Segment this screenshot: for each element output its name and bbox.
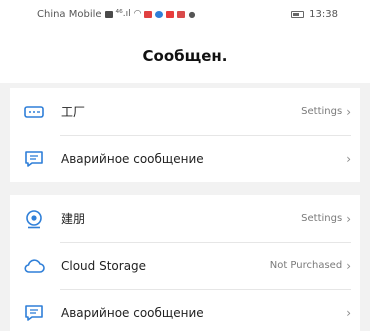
chevron-right-icon: ›	[346, 104, 351, 119]
signal-icon: ⁴⁶.ıl	[115, 9, 131, 19]
sim-icon	[104, 10, 113, 18]
cloud-storage-label: Cloud Storage	[61, 258, 147, 273]
nvr-device-icon	[23, 101, 45, 123]
chevron-right-icon: ›	[346, 258, 351, 273]
message-notification-icon	[177, 10, 186, 18]
chevron-right-icon: ›	[346, 211, 351, 226]
row-chevron: ›	[346, 306, 351, 320]
app-badge-icon	[166, 10, 175, 18]
device-name: 工厂	[61, 105, 86, 119]
app-notification-icon	[155, 10, 164, 18]
alarm-message-label: Аварийное сообщение	[61, 305, 204, 320]
settings-label: Settings	[301, 106, 343, 117]
settings-link[interactable]: Settings ›	[301, 212, 351, 226]
device-row-camera[interactable]: 建朋 Settings ›	[10, 195, 360, 242]
chevron-right-icon: ›	[346, 151, 351, 166]
status-right: 13:38	[291, 9, 338, 20]
camera-icon	[23, 208, 45, 230]
battery-icon	[291, 10, 305, 18]
cloud-status: Not Purchased	[269, 260, 343, 271]
message-icon	[23, 302, 45, 324]
page-title: Сообщен.	[142, 46, 228, 65]
notification-icon	[144, 10, 153, 18]
cloud-status-link[interactable]: Not Purchased ›	[270, 259, 351, 273]
device-row-factory[interactable]: 工厂 Settings ›	[10, 88, 360, 135]
clock: 13:38	[309, 8, 338, 20]
alarm-message-label: Аварийное сообщение	[61, 151, 204, 166]
settings-label: Settings	[301, 213, 343, 224]
alarm-message-row[interactable]: Аварийное сообщение ›	[10, 289, 360, 331]
page-header: Сообщен.	[0, 28, 370, 83]
settings-link[interactable]: Settings ›	[301, 105, 351, 119]
device-group-1: 工厂 Settings › Аварийное сообщение ›	[10, 88, 360, 182]
device-name: 建朋	[61, 212, 86, 226]
alarm-message-row[interactable]: Аварийное сообщение ›	[10, 135, 360, 182]
cloud-storage-row[interactable]: Cloud Storage Not Purchased ›	[10, 242, 360, 289]
carrier-name: China Mobile	[37, 8, 102, 20]
status-left: China Mobile ⁴⁶.ıl ◠ ●	[37, 9, 195, 20]
row-chevron: ›	[346, 152, 351, 166]
cloud-icon	[23, 255, 45, 277]
status-bar: China Mobile ⁴⁶.ıl ◠ ● 13:38	[0, 0, 370, 28]
chat-icon: ●	[188, 9, 196, 19]
chevron-right-icon: ›	[346, 305, 351, 320]
message-icon	[23, 148, 45, 170]
wifi-icon: ◠	[133, 9, 142, 19]
device-group-2: 建朋 Settings › Cloud Storage Not Purchase…	[10, 195, 360, 331]
